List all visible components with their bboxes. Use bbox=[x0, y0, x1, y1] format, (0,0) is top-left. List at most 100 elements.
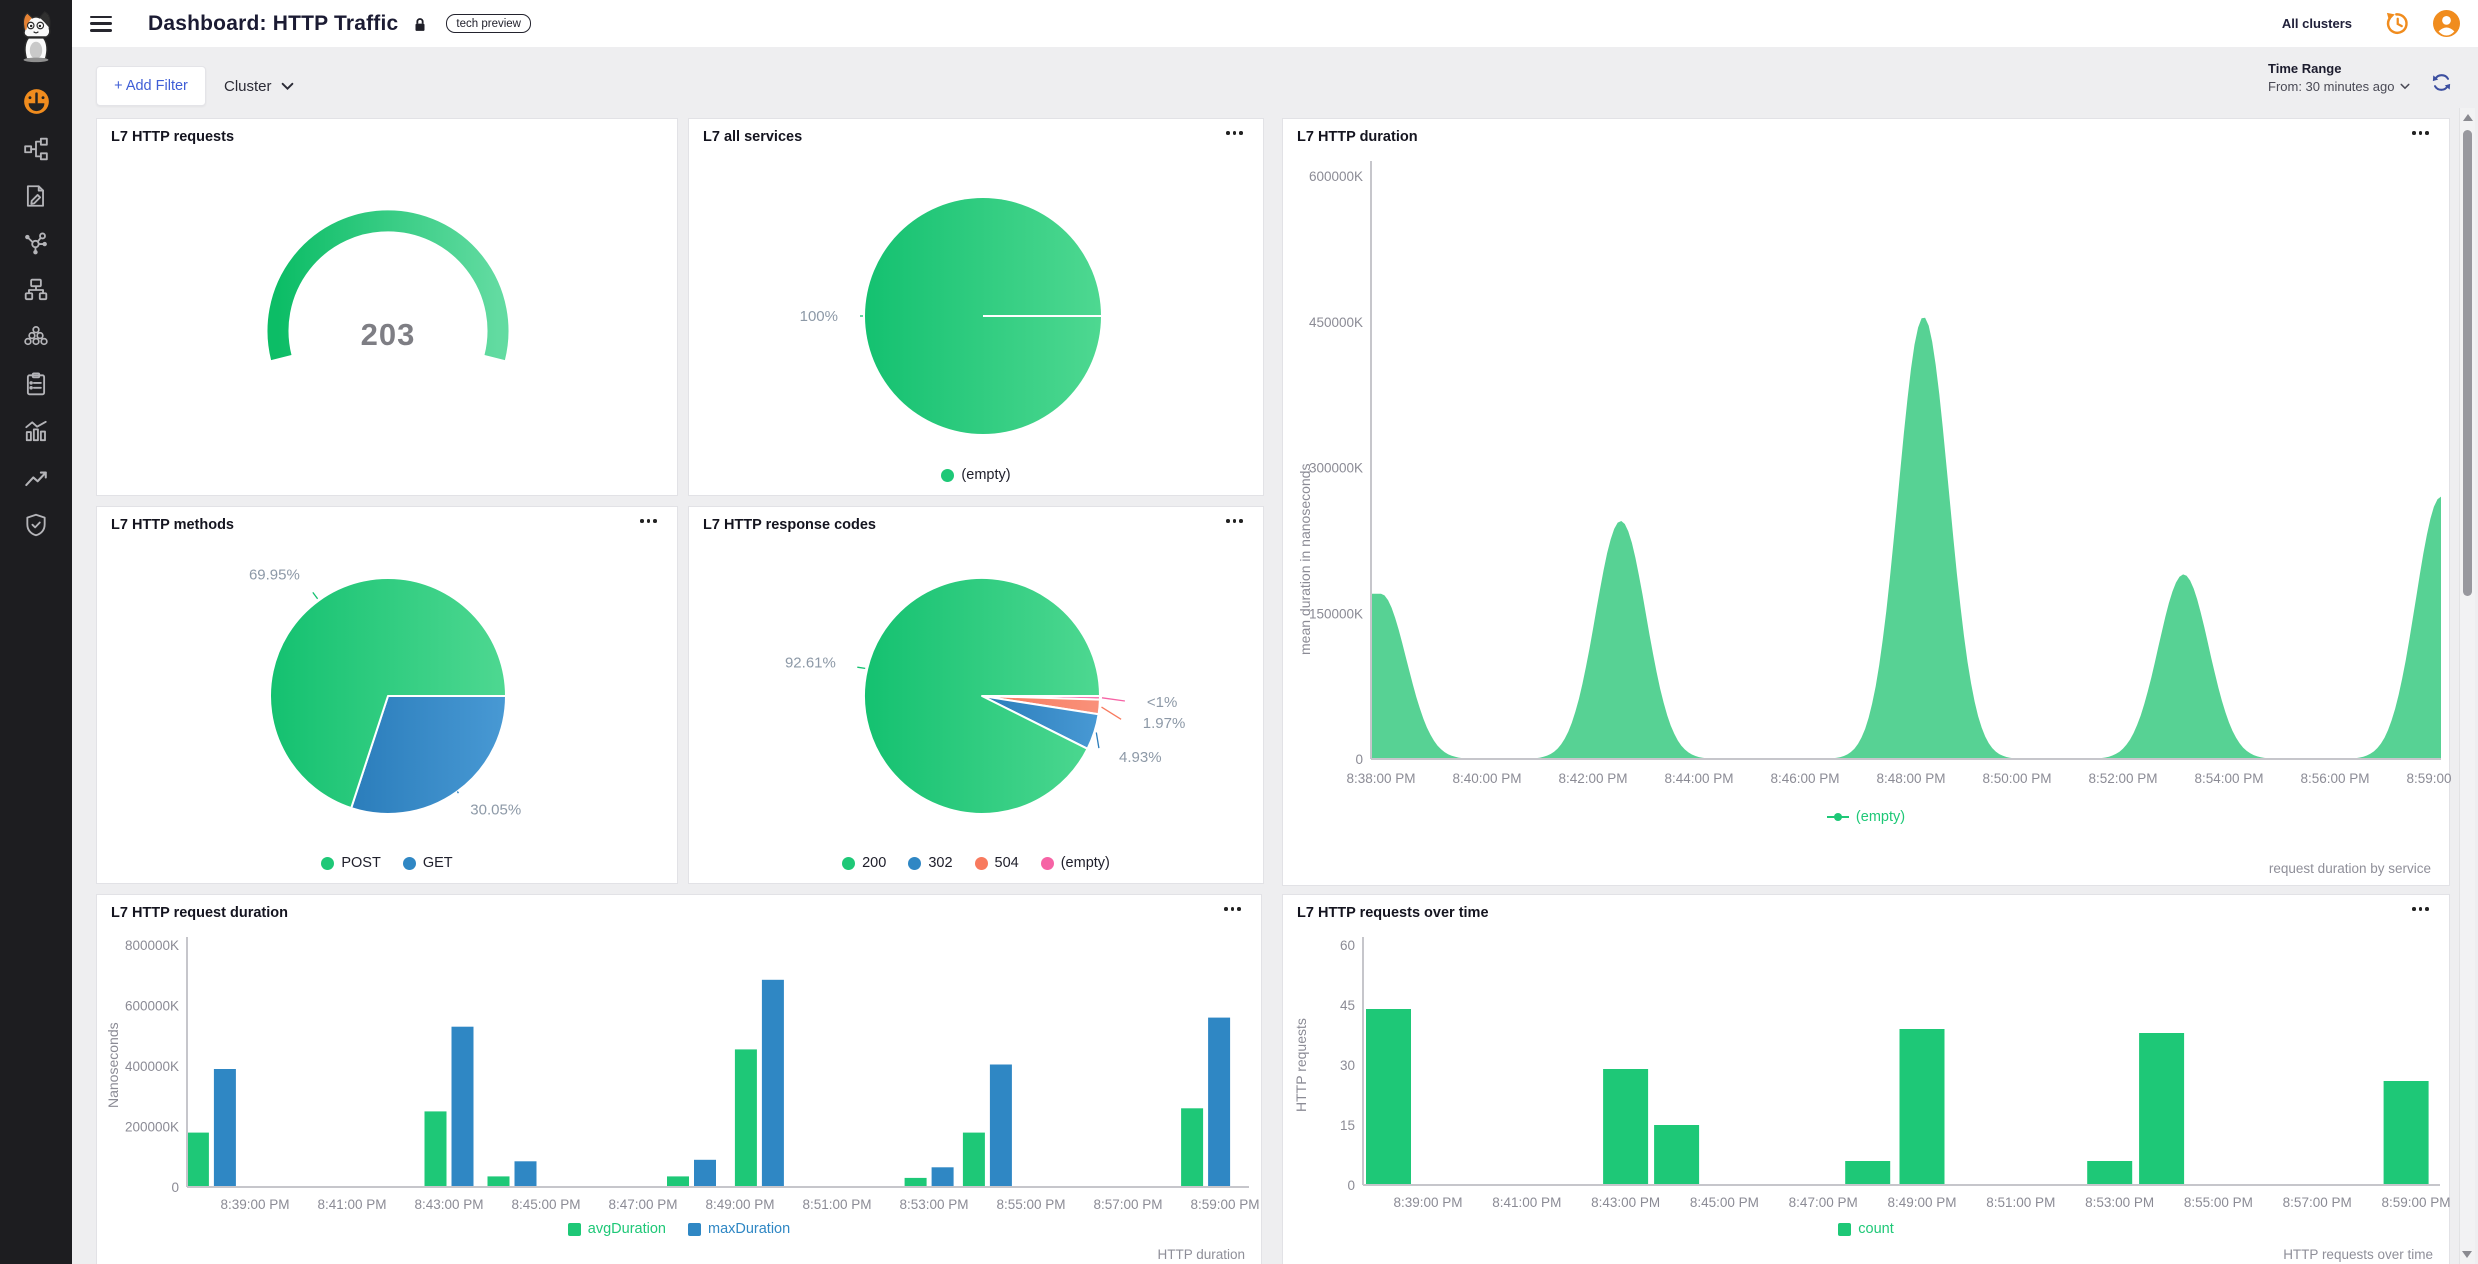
add-filter-button[interactable]: + Add Filter bbox=[96, 66, 206, 106]
svg-text:8:49:00 PM: 8:49:00 PM bbox=[705, 1197, 774, 1212]
legend-item[interactable]: (empty) bbox=[1041, 855, 1110, 871]
svg-text:0: 0 bbox=[1355, 752, 1363, 767]
scrollbar-thumb[interactable] bbox=[2463, 130, 2472, 596]
panel-menu-icon[interactable] bbox=[1226, 131, 1243, 135]
request-duration-bar-chart: 0200000K400000K600000K800000K8:39:00 PM8… bbox=[97, 895, 1263, 1264]
sidebar-item-statistics[interactable] bbox=[23, 417, 50, 444]
http-methods-pie-chart: 69.95%30.05% bbox=[97, 507, 679, 885]
service-graph-icon bbox=[23, 230, 49, 256]
compliance-clipboard-icon bbox=[23, 371, 49, 397]
svg-text:4.93%: 4.93% bbox=[1119, 749, 1162, 766]
panel-menu-icon[interactable] bbox=[2412, 907, 2429, 911]
time-range-label: Time Range bbox=[2268, 61, 2410, 76]
legend: avgDuration maxDuration bbox=[97, 1221, 1261, 1237]
svg-text:15: 15 bbox=[1340, 1118, 1355, 1133]
lock-icon bbox=[410, 14, 430, 34]
sidebar-item-dashboards[interactable] bbox=[23, 88, 50, 115]
vertical-scrollbar[interactable] bbox=[2459, 108, 2475, 1264]
svg-text:45: 45 bbox=[1340, 998, 1355, 1013]
panel-menu-icon[interactable] bbox=[1226, 519, 1243, 523]
panel-l7-http-requests-over-time: L7 HTTP requests over time 0153045608:39… bbox=[1282, 894, 2450, 1264]
sidebar-item-service-graph[interactable] bbox=[23, 229, 50, 256]
history-icon[interactable] bbox=[2384, 10, 2411, 37]
panel-l7-all-services: L7 all services 100% (empty) bbox=[688, 118, 1264, 496]
panel-menu-icon[interactable] bbox=[1224, 907, 1241, 911]
panel-title: L7 HTTP requests over time bbox=[1297, 905, 1489, 921]
network-flows-icon bbox=[23, 136, 49, 162]
cluster-scope-selector[interactable]: All clusters bbox=[2282, 16, 2352, 31]
svg-text:8:45:00 PM: 8:45:00 PM bbox=[511, 1197, 580, 1212]
panel-menu-icon[interactable] bbox=[2412, 131, 2429, 135]
scrollbar-down-arrow[interactable] bbox=[2462, 1251, 2472, 1258]
legend-item[interactable]: count bbox=[1838, 1221, 1893, 1237]
svg-text:8:56:00 PM: 8:56:00 PM bbox=[2300, 771, 2369, 786]
legend-item[interactable]: (empty) bbox=[941, 467, 1010, 483]
scrollbar-up-arrow[interactable] bbox=[2463, 114, 2473, 121]
panel-title: L7 HTTP duration bbox=[1297, 129, 1418, 145]
calico-cat-logo[interactable] bbox=[15, 8, 57, 64]
svg-text:8:46:00 PM: 8:46:00 PM bbox=[1770, 771, 1839, 786]
http-duration-area-chart: 0150000K300000K450000K600000K8:38:00 PM8… bbox=[1283, 119, 2451, 887]
trends-arrow-icon bbox=[23, 465, 49, 491]
refresh-icon[interactable] bbox=[2430, 71, 2453, 94]
user-avatar[interactable] bbox=[2433, 10, 2460, 37]
legend: 200 302 504 (empty) bbox=[689, 855, 1263, 871]
svg-text:300000K: 300000K bbox=[1309, 461, 1363, 476]
panel-l7-http-response-codes: L7 HTTP response codes 92.61%4.93%1.97%<… bbox=[688, 506, 1264, 884]
svg-text:150000K: 150000K bbox=[1309, 606, 1363, 621]
legend-item[interactable]: maxDuration bbox=[688, 1221, 790, 1237]
svg-text:8:53:00 PM: 8:53:00 PM bbox=[2085, 1195, 2154, 1210]
network-topology-icon bbox=[23, 277, 49, 303]
sidebar-item-clusters[interactable] bbox=[23, 323, 50, 350]
panel-title: L7 HTTP requests bbox=[111, 129, 234, 145]
security-shield-icon bbox=[23, 512, 49, 538]
svg-text:8:40:00 PM: 8:40:00 PM bbox=[1452, 771, 1521, 786]
panel-l7-http-requests: L7 HTTP requests 203 bbox=[96, 118, 678, 496]
svg-text:8:53:00 PM: 8:53:00 PM bbox=[899, 1197, 968, 1212]
legend: (empty) bbox=[689, 467, 1263, 483]
svg-text:8:47:00 PM: 8:47:00 PM bbox=[1789, 1195, 1858, 1210]
svg-text:450000K: 450000K bbox=[1309, 315, 1363, 330]
svg-text:800000K: 800000K bbox=[125, 938, 179, 953]
legend: POST GET bbox=[97, 855, 677, 871]
all-services-pie-chart: 100% bbox=[689, 119, 1265, 497]
gauge-value: 203 bbox=[97, 317, 679, 353]
legend-item[interactable]: GET bbox=[403, 855, 453, 871]
svg-text:8:39:00 PM: 8:39:00 PM bbox=[1393, 1195, 1462, 1210]
svg-text:30.05%: 30.05% bbox=[470, 801, 521, 818]
sidebar-item-policies[interactable] bbox=[23, 182, 50, 209]
legend-item[interactable]: 504 bbox=[975, 855, 1019, 871]
svg-text:8:45:00 PM: 8:45:00 PM bbox=[1690, 1195, 1759, 1210]
sidebar-item-threat-defense[interactable] bbox=[23, 511, 50, 538]
svg-text:600000K: 600000K bbox=[125, 999, 179, 1014]
legend: count bbox=[1283, 1221, 2449, 1237]
sidebar-item-flows[interactable] bbox=[23, 135, 50, 162]
y-axis-title: mean duration in nanoseconds bbox=[1297, 379, 1313, 739]
svg-text:8:59:00 PM: 8:59:00 PM bbox=[2381, 1195, 2450, 1210]
legend-item[interactable]: POST bbox=[321, 855, 380, 871]
filter-bar: + Add Filter Cluster Time Range From: 30… bbox=[72, 47, 2478, 109]
svg-text:8:43:00 PM: 8:43:00 PM bbox=[1591, 1195, 1660, 1210]
requests-over-time-bar-chart: 0153045608:39:00 PM8:41:00 PM8:43:00 PM8… bbox=[1283, 895, 2451, 1264]
sidebar-item-trends[interactable] bbox=[23, 464, 50, 491]
policy-editor-icon bbox=[23, 183, 49, 209]
cluster-dropdown[interactable]: Cluster bbox=[224, 66, 294, 106]
time-range-selector[interactable]: Time Range From: 30 minutes ago bbox=[2268, 61, 2410, 94]
panel-menu-icon[interactable] bbox=[640, 519, 657, 523]
svg-text:8:54:00 PM: 8:54:00 PM bbox=[2194, 771, 2263, 786]
cluster-dropdown-label: Cluster bbox=[224, 78, 272, 95]
svg-text:8:41:00 PM: 8:41:00 PM bbox=[1492, 1195, 1561, 1210]
sidebar-item-compliance[interactable] bbox=[23, 370, 50, 397]
panel-title: L7 HTTP response codes bbox=[703, 517, 876, 533]
menu-toggle-button[interactable] bbox=[90, 16, 112, 32]
svg-text:0: 0 bbox=[171, 1180, 179, 1195]
chevron-down-icon bbox=[281, 82, 294, 91]
legend-item[interactable]: 200 bbox=[842, 855, 886, 871]
legend-item[interactable]: (empty) bbox=[1827, 809, 1905, 825]
legend-item[interactable]: 302 bbox=[908, 855, 952, 871]
sidebar-item-nodes[interactable] bbox=[23, 276, 50, 303]
svg-text:8:52:00 PM: 8:52:00 PM bbox=[2088, 771, 2157, 786]
svg-text:92.61%: 92.61% bbox=[785, 654, 836, 671]
svg-text:8:57:00 PM: 8:57:00 PM bbox=[1093, 1197, 1162, 1212]
legend-item[interactable]: avgDuration bbox=[568, 1221, 666, 1237]
